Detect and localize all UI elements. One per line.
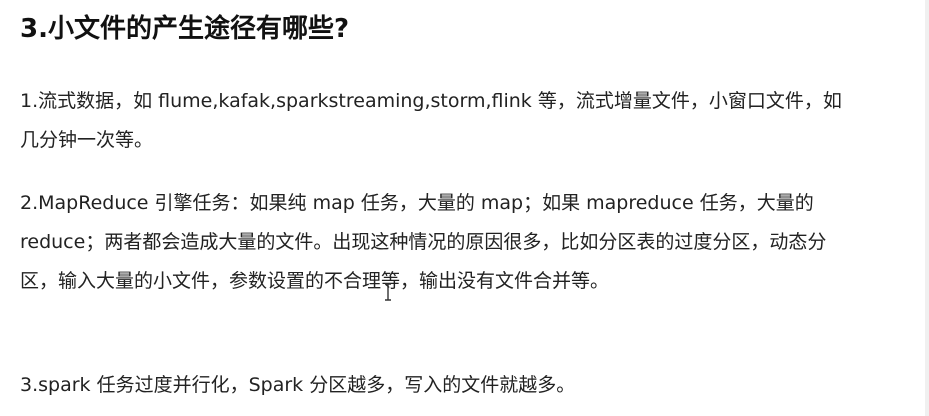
paragraph-mapreduce-tasks: 2.MapReduce 引擎任务：如果纯 map 任务，大量的 map；如果 m… bbox=[20, 192, 827, 292]
paragraph-streaming-data: 1.流式数据，如 flume,kafak,sparkstreaming,stor… bbox=[20, 90, 842, 151]
page-edge bbox=[925, 0, 929, 416]
section-heading: 3.小文件的产生途径有哪些? bbox=[20, 14, 350, 44]
document-page: 3.小文件的产生途径有哪些? 1.流式数据，如 flume,kafak,spar… bbox=[0, 0, 929, 416]
paragraph-spark-parallelism: 3.spark 任务过度并行化，Spark 分区越多，写入的文件就越多。 bbox=[20, 374, 576, 396]
text-cursor-icon bbox=[385, 283, 391, 301]
